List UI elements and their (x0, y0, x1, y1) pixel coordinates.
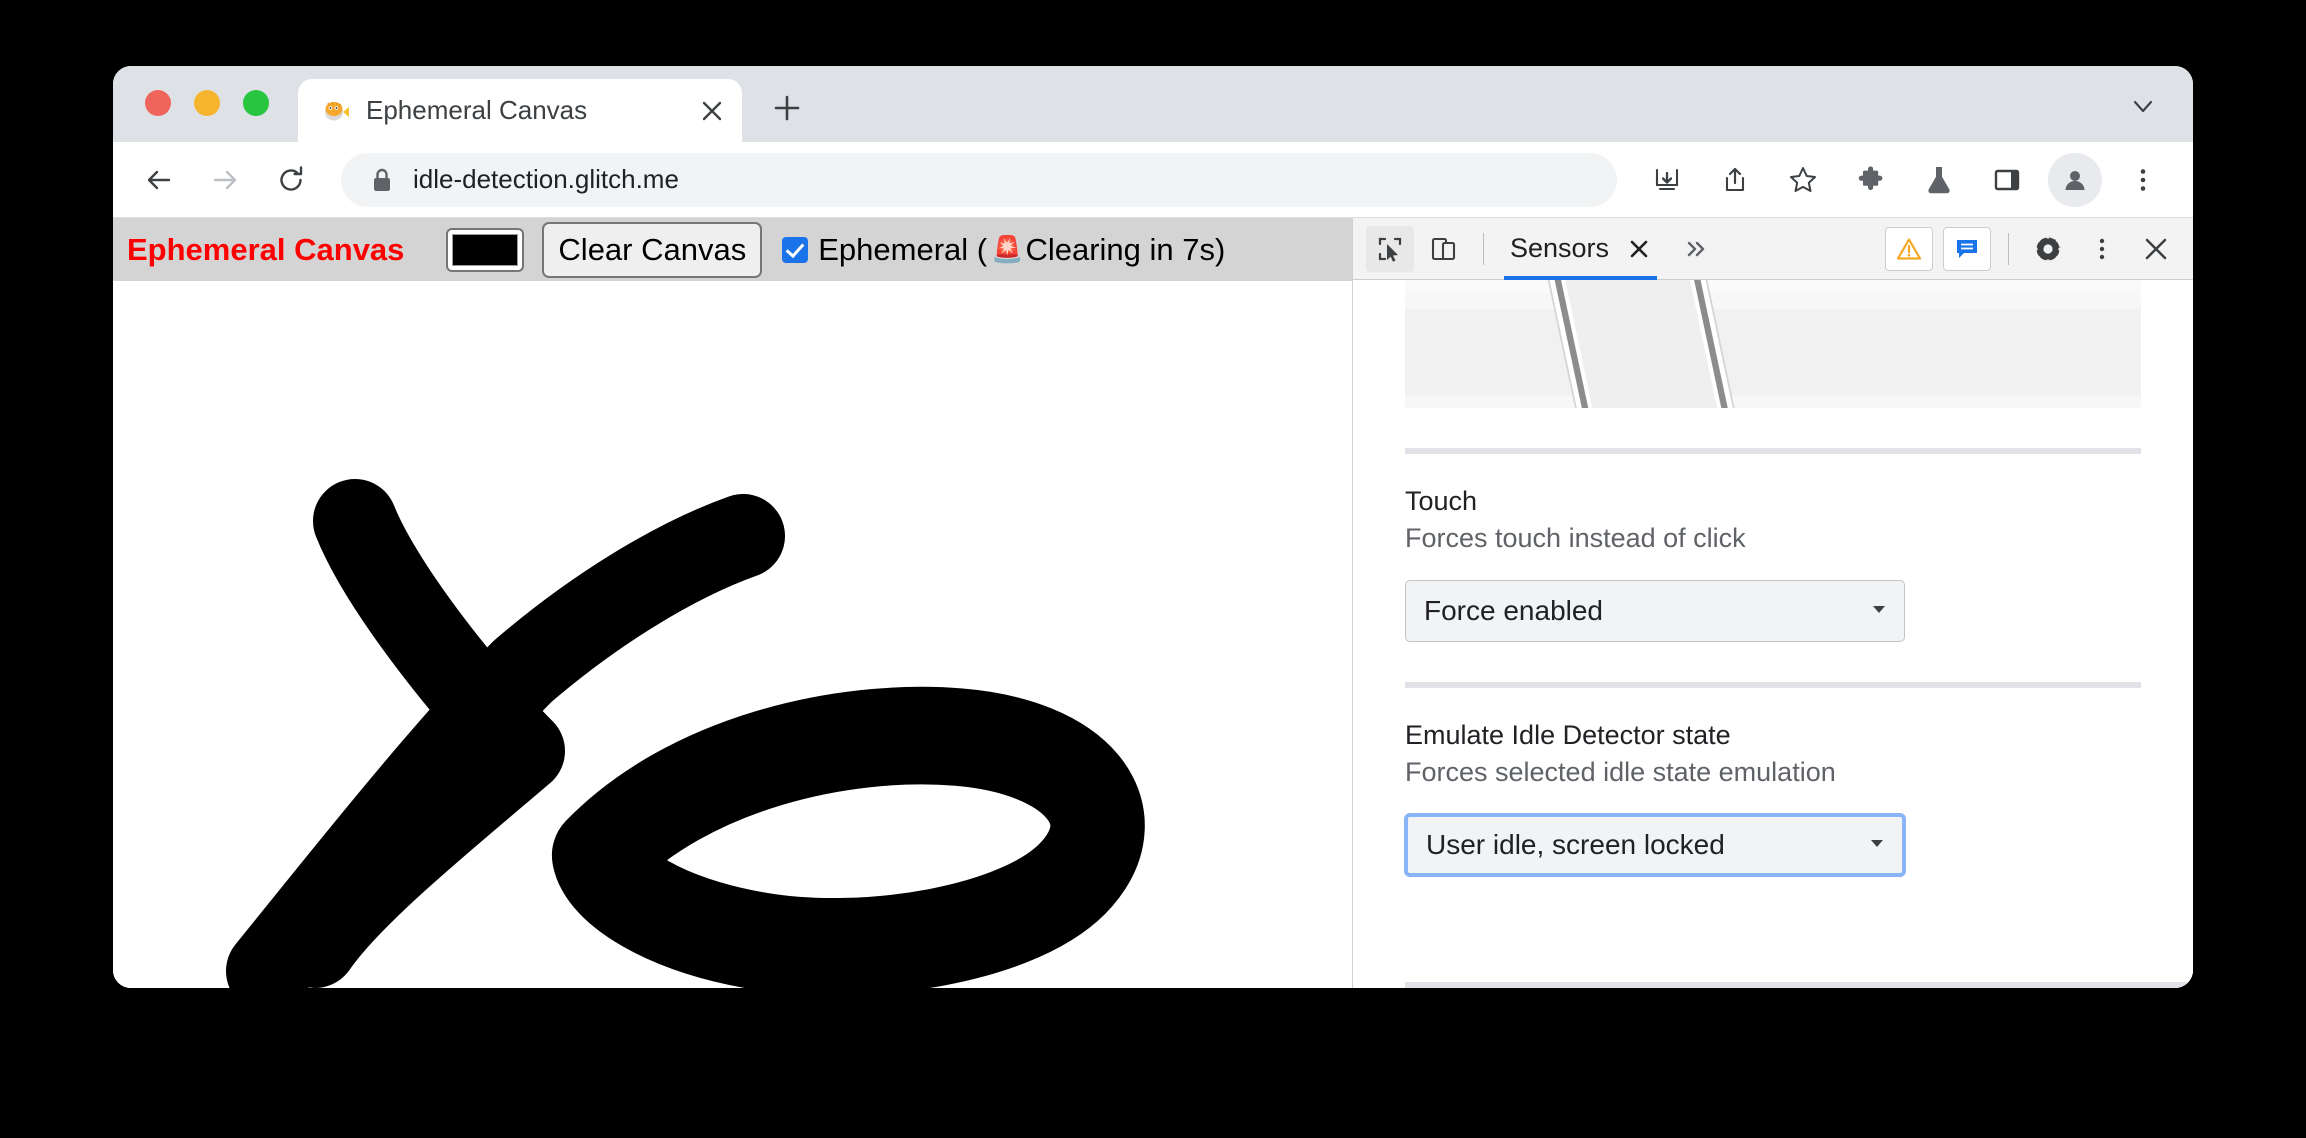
browser-tab-title: Ephemeral Canvas (366, 95, 588, 125)
blowfish-favicon-icon (320, 96, 350, 126)
issues-message-icon[interactable] (1943, 226, 1991, 271)
gear-icon[interactable] (2024, 226, 2072, 272)
ephemeral-countdown-label: Clearing in 7s) (1025, 231, 1226, 267)
ephemeral-toggle-group[interactable]: Ephemeral (🚨 Clearing in 7s) (782, 232, 1225, 268)
new-tab-button[interactable] (763, 84, 811, 132)
devtools-panel: Sensors Touch Forces touch instead of cl… (1353, 218, 2193, 988)
idle-detector-section-title: Emulate Idle Detector state (1405, 720, 1731, 750)
tab-sensors[interactable]: Sensors (1496, 218, 1661, 280)
chevron-down-icon (1870, 836, 1884, 854)
toolbar-divider (1483, 232, 1484, 265)
clear-canvas-button[interactable]: Clear Canvas (542, 221, 763, 278)
devtools-toolbar: Sensors (1353, 218, 2193, 280)
color-picker-input[interactable] (446, 227, 525, 272)
browser-menu-icon[interactable] (2116, 153, 2170, 207)
address-bar[interactable]: idle-detection.glitch.me (341, 152, 1617, 207)
back-arrow-icon[interactable] (131, 152, 187, 208)
maximize-window-button[interactable] (243, 90, 269, 116)
reload-icon[interactable] (263, 152, 319, 208)
bookmark-star-icon[interactable] (1776, 153, 1830, 207)
tab-strip: Ephemeral Canvas (113, 66, 2193, 142)
sensors-panel-body: Touch Forces touch instead of click Forc… (1353, 280, 2193, 988)
canvas-drawing-fish (226, 479, 1145, 988)
siren-emoji-icon: 🚨 (991, 234, 1024, 264)
kebab-menu-icon[interactable] (2078, 226, 2126, 272)
lock-icon[interactable] (371, 167, 393, 193)
web-page-viewport: Ephemeral Canvas Clear Canvas Ephemeral … (113, 218, 1353, 988)
idle-detector-select[interactable]: User idle, screen locked (1405, 814, 1905, 876)
phone-orientation-preview[interactable] (1405, 280, 2141, 408)
more-tabs-chevron-icon[interactable] (1673, 226, 1719, 272)
touch-section-title: Touch (1405, 486, 1478, 516)
share-icon[interactable] (1708, 153, 1762, 207)
ephemeral-label-prefix: Ephemeral ( (818, 231, 988, 267)
toolbar-divider-right (2008, 232, 2009, 265)
app-header-bar: Ephemeral Canvas Clear Canvas Ephemeral … (113, 218, 1352, 281)
tab-sensors-label: Sensors (1510, 233, 1610, 263)
install-app-icon[interactable] (1640, 153, 1694, 207)
close-sensors-tab-button[interactable] (1625, 235, 1653, 263)
inspect-element-icon[interactable] (1366, 225, 1414, 272)
device-toolbar-icon[interactable] (1420, 226, 1468, 272)
touch-select-value: Force enabled (1424, 595, 1604, 626)
warning-triangle-icon[interactable] (1885, 226, 1933, 271)
address-bar-text: idle-detection.glitch.me (413, 164, 679, 194)
browser-tab-ephemeral-canvas[interactable]: Ephemeral Canvas (298, 79, 742, 142)
content-area: Ephemeral Canvas Clear Canvas Ephemeral … (113, 218, 2193, 988)
extensions-puzzle-icon[interactable] (1844, 153, 1898, 207)
touch-select[interactable]: Force enabled (1405, 580, 1905, 642)
color-picker-swatch (452, 233, 519, 266)
forward-arrow-icon[interactable] (197, 152, 253, 208)
close-tab-button[interactable] (692, 91, 732, 131)
ephemeral-checkbox[interactable] (782, 236, 809, 263)
touch-section-description: Forces touch instead of click (1405, 523, 1746, 553)
tab-active-underline (1504, 275, 1658, 280)
window-controls (145, 90, 269, 116)
browser-toolbar: idle-detection.glitch.me (113, 142, 2193, 218)
minimize-window-button[interactable] (194, 90, 220, 116)
toolbar-actions (1633, 152, 2193, 207)
close-window-button[interactable] (145, 90, 171, 116)
drawing-canvas[interactable] (113, 281, 1352, 988)
page-title: Ephemeral Canvas (127, 231, 405, 267)
side-panel-icon[interactable] (1980, 153, 2034, 207)
profile-avatar-icon[interactable] (2048, 152, 2102, 207)
browser-window: Ephemeral Canvas idle-detection.glitch.m… (113, 66, 2193, 988)
chevron-down-icon[interactable] (2121, 84, 2165, 128)
sensor-section-idle-detector: Emulate Idle Detector state Forces selec… (1353, 688, 2193, 876)
section-divider-3 (1405, 982, 2193, 988)
experiments-flask-icon[interactable] (1912, 153, 1966, 207)
close-devtools-icon[interactable] (2132, 226, 2180, 272)
chevron-down-icon (1872, 602, 1886, 620)
idle-detector-section-description: Forces selected idle state emulation (1405, 757, 1836, 787)
idle-detector-select-value: User idle, screen locked (1426, 829, 1725, 860)
sensor-section-touch: Touch Forces touch instead of click Forc… (1353, 454, 2193, 642)
